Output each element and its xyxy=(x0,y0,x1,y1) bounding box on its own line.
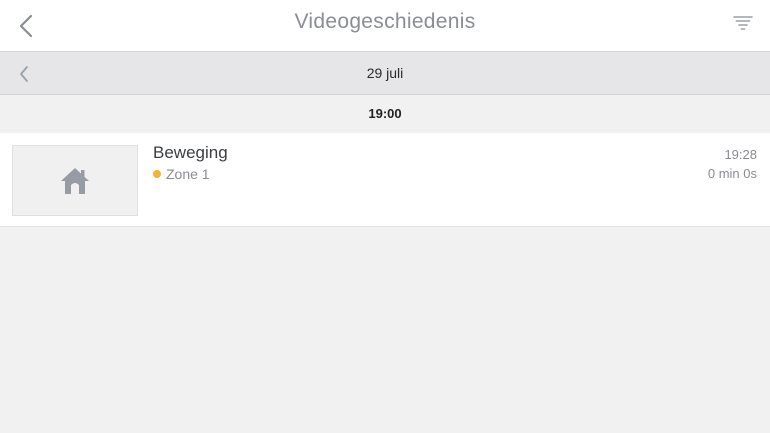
date-label: 29 juli xyxy=(366,65,404,81)
filter-button[interactable] xyxy=(728,10,758,36)
hour-label: 19:00 xyxy=(368,106,402,121)
page-title: Videogeschiedenis xyxy=(294,10,476,33)
zone-label: Zone 1 xyxy=(166,166,210,182)
event-list-item[interactable]: Beweging Zone 1 19:28 0 min 0s xyxy=(0,133,770,227)
event-time: 19:28 xyxy=(724,147,757,162)
event-thumbnail[interactable] xyxy=(12,145,138,216)
filter-icon xyxy=(733,16,753,30)
header: Videogeschiedenis xyxy=(0,0,770,52)
event-zone: Zone 1 xyxy=(153,166,210,182)
event-type: Beweging xyxy=(153,143,228,162)
zone-status-dot xyxy=(153,170,161,178)
app: Videogeschiedenis 29 juli 19:00 Beweging… xyxy=(0,0,770,433)
date-bar: 29 juli xyxy=(0,52,770,95)
event-duration: 0 min 0s xyxy=(707,166,757,181)
house-icon xyxy=(61,167,89,194)
hour-section-header: 19:00 xyxy=(0,95,770,133)
